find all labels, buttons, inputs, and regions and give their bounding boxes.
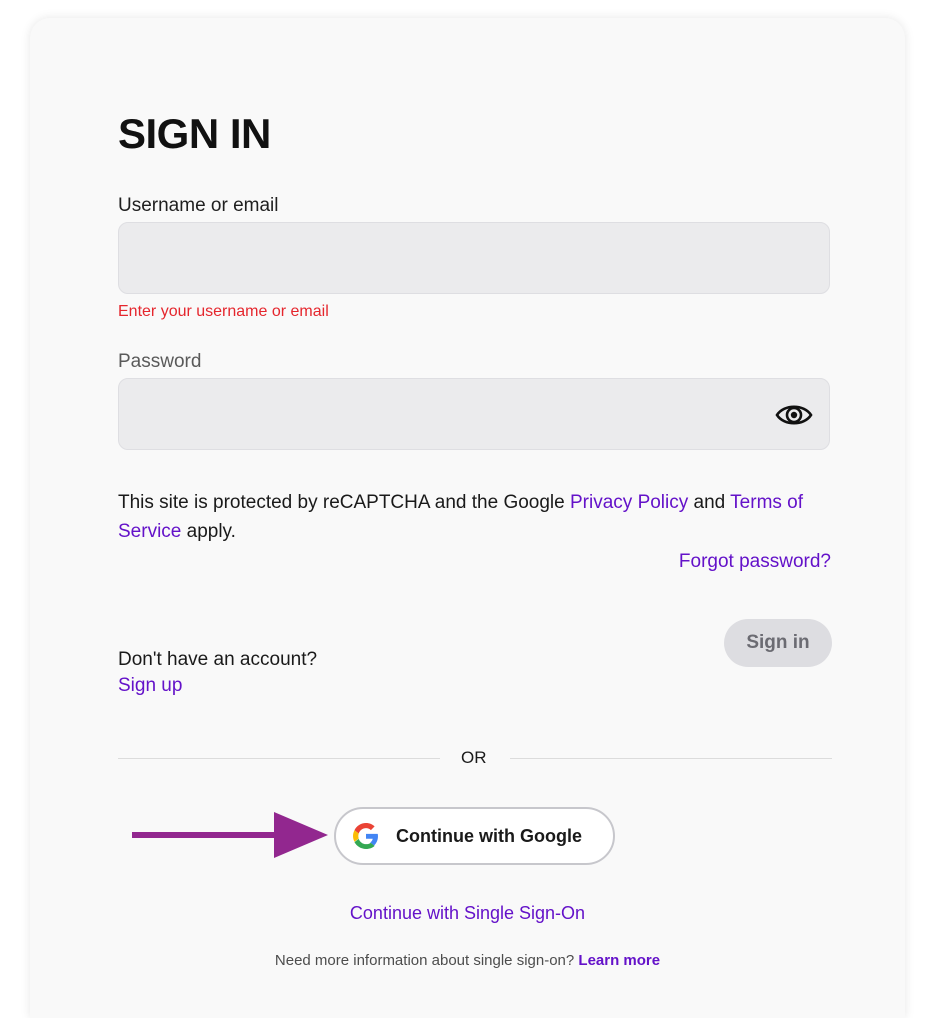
privacy-policy-link[interactable]: Privacy Policy xyxy=(570,492,688,513)
learn-more-link[interactable]: Learn more xyxy=(578,952,660,969)
legal-text-suffix: apply. xyxy=(181,521,236,542)
eye-icon[interactable] xyxy=(774,400,814,430)
google-icon xyxy=(353,823,379,849)
divider-or-text: OR xyxy=(461,748,487,767)
legal-text-prefix: This site is protected by reCAPTCHA and … xyxy=(118,492,570,513)
continue-with-google-button[interactable]: Continue with Google xyxy=(334,807,615,865)
sign-in-button[interactable]: Sign in xyxy=(724,619,832,667)
sso-info-text: Need more information about single sign-… xyxy=(30,952,905,969)
signup-prompt: Don't have an account? xyxy=(118,649,318,670)
legal-text-middle: and xyxy=(688,492,731,513)
username-error: Enter your username or email xyxy=(118,303,329,320)
page-title: SIGN IN xyxy=(118,110,271,157)
recaptcha-notice: This site is protected by reCAPTCHA and … xyxy=(118,488,838,546)
annotation-arrow xyxy=(132,810,330,860)
username-input[interactable] xyxy=(118,222,830,294)
password-input[interactable] xyxy=(118,378,830,450)
sign-in-card: SIGN IN Username or email Enter your use… xyxy=(30,18,905,1018)
divider-left xyxy=(118,758,440,759)
sso-info-prefix: Need more information about single sign-… xyxy=(274,952,575,969)
password-label: Password xyxy=(118,351,202,372)
google-button-label: Continue with Google xyxy=(396,825,582,846)
signup-link[interactable]: Sign up xyxy=(118,675,182,697)
divider-right xyxy=(510,758,832,759)
username-label: Username or email xyxy=(118,195,279,216)
single-sign-on-link[interactable]: Continue with Single Sign-On xyxy=(30,903,905,924)
forgot-password-link[interactable]: Forgot password? xyxy=(679,551,831,573)
